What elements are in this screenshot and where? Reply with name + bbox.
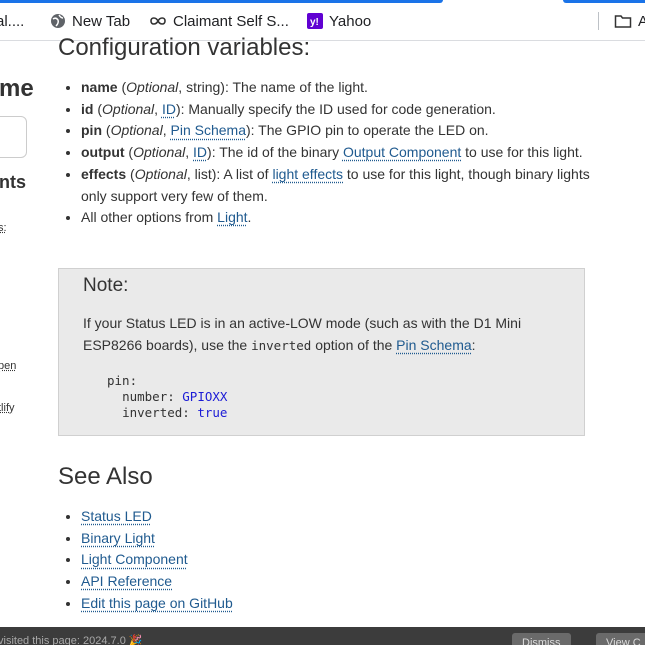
bookmark-claimant-self-service[interactable]: Claimant Self S... [149, 10, 289, 32]
notice-message: visited this page: 2024.7.0 [0, 635, 126, 645]
status-led-link[interactable]: Status LED [81, 508, 152, 524]
sidebar-link[interactable]: pen [0, 360, 16, 372]
yaml-key: number: [122, 389, 183, 404]
list-item: pin (Optional, Pin Schema): The GPIO pin… [81, 120, 596, 142]
yahoo-icon: y! [307, 13, 323, 29]
see-also-heading: See Also [58, 463, 153, 490]
type-link[interactable]: Pin Schema [171, 122, 246, 138]
edit-on-github-link[interactable]: Edit this page on GitHub [81, 595, 233, 611]
sidebar-link[interactable]: s: [0, 222, 7, 234]
note-text-part: option of the [311, 336, 397, 353]
option-name: pin [81, 122, 102, 139]
list-item: API Reference [81, 571, 233, 593]
binary-light-link[interactable]: Binary Light [81, 530, 155, 546]
bookmark-label: New Tab [72, 12, 131, 30]
option-desc: ): The id of the binary [207, 144, 343, 161]
list-item: Light Component [81, 549, 233, 571]
list-item: Status LED [81, 506, 233, 528]
config-heading: Configuration variables: [58, 34, 311, 61]
optional-label: Optional [102, 100, 155, 117]
option-name: effects [81, 165, 127, 182]
sidebar-link[interactable]: tlify [0, 402, 15, 414]
option-desc: , list): A list of [186, 165, 273, 182]
note-text-part: : [471, 336, 476, 353]
folder-icon [614, 13, 632, 29]
light-effects-link[interactable]: light effects [272, 166, 343, 182]
bookmark-separator [598, 12, 599, 30]
option-desc: ): The GPIO pin to operate the LED on. [245, 122, 489, 139]
bookmark-label: Claimant Self S... [173, 12, 289, 30]
yaml-value: true [197, 405, 228, 420]
note-text: If your Status LED is in an active-LOW m… [83, 313, 553, 356]
bookmark-new-tab[interactable]: New Tab [50, 10, 130, 32]
bookmark-label: al.... [0, 12, 25, 30]
config-list: name (Optional, string): The name of the… [62, 77, 596, 229]
option-name: name [81, 79, 118, 95]
bookmark-label: Yahoo [329, 12, 372, 30]
tab-indicator-right [563, 0, 645, 3]
bookmark-label: A [638, 12, 645, 30]
list-item: All other options from Light. [81, 207, 596, 229]
pin-schema-link[interactable]: Pin Schema [396, 337, 471, 353]
yaml-line: pin: [107, 373, 138, 388]
light-component-link[interactable]: Light Component [81, 551, 188, 567]
sidebar-title: me [0, 75, 34, 102]
option-desc: . [247, 209, 252, 226]
option-desc: to use for this light. [461, 144, 583, 161]
note-title: Note: [83, 275, 129, 296]
option-desc: All other options from [81, 209, 218, 226]
option-desc: , string): The name of the light. [178, 79, 368, 95]
svg-text:y!: y! [310, 17, 319, 28]
list-item: Binary Light [81, 528, 233, 550]
list-item: effects (Optional, list): A list of ligh… [81, 164, 596, 207]
active-tab-indicator [0, 0, 443, 3]
api-reference-link[interactable]: API Reference [81, 573, 172, 589]
type-link[interactable]: ID [193, 144, 207, 160]
bookmark-item-truncated[interactable]: al.... [0, 10, 24, 32]
yaml-value: GPIOXX [182, 389, 228, 404]
view-changelog-button[interactable]: View C [596, 633, 645, 645]
optional-label: Optional [134, 165, 187, 182]
see-also-list: Status LED Binary Light Light Component … [62, 506, 233, 615]
option-name: id [81, 100, 94, 117]
output-component-link[interactable]: Output Component [343, 144, 461, 160]
yaml-code-block: pin: number: GPIOXX inverted: true [107, 373, 227, 421]
sidebar-section-heading: nts [0, 172, 26, 192]
option-desc: ): Manually specify the ID used for code… [175, 100, 496, 117]
list-item: id (Optional, ID): Manually specify the … [81, 99, 596, 121]
dismiss-button[interactable]: Dismiss [512, 633, 571, 645]
yaml-key: inverted: [122, 405, 198, 420]
option-name: output [81, 144, 125, 161]
bookmark-folder[interactable]: A [614, 10, 645, 32]
optional-label: Optional [133, 144, 186, 161]
note-box: Note: If your Status LED is in an active… [58, 268, 585, 436]
version-notice-bar: visited this page: 2024.7.0 🎉 Dismiss Vi… [0, 627, 645, 645]
sidebar-search-input[interactable] [0, 116, 27, 158]
light-link[interactable]: Light [217, 209, 247, 225]
party-icon: 🎉 [128, 635, 143, 645]
list-item: name (Optional, string): The name of the… [81, 77, 596, 99]
type-link[interactable]: ID [162, 101, 176, 117]
list-item: output (Optional, ID): The id of the bin… [81, 142, 596, 164]
notice-text: visited this page: 2024.7.0 🎉 [0, 634, 143, 645]
bookmark-yahoo[interactable]: y! Yahoo [307, 10, 371, 32]
optional-label: Optional [126, 79, 179, 95]
infinity-icon [149, 13, 167, 29]
optional-label: Optional [110, 122, 163, 139]
list-item: Edit this page on GitHub [81, 593, 233, 615]
globe-icon [50, 13, 66, 29]
inline-code: inverted [251, 337, 312, 353]
